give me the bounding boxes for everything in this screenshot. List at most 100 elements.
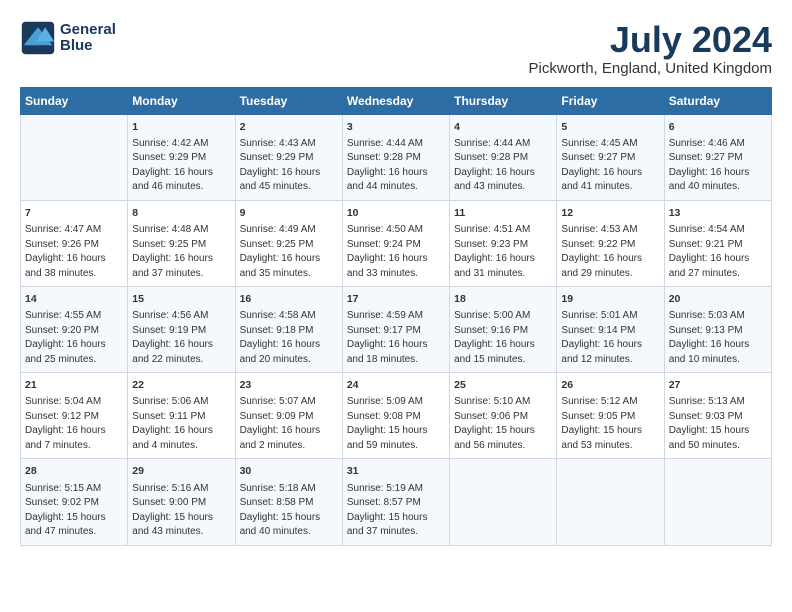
logo-line2: Blue [60, 38, 116, 55]
calendar-cell [557, 459, 664, 545]
cell-info: Sunrise: 5:18 AMSunset: 8:58 PMDaylight:… [240, 482, 338, 540]
day-number: 3 [347, 120, 445, 135]
cell-info: Sunrise: 4:56 AMSunset: 9:19 PMDaylight:… [132, 309, 230, 367]
day-number: 25 [454, 378, 552, 393]
header-row: SundayMondayTuesdayWednesdayThursdayFrid… [21, 87, 772, 114]
cell-info: Sunrise: 4:51 AMSunset: 9:23 PMDaylight:… [454, 223, 552, 281]
cell-info: Sunrise: 4:48 AMSunset: 9:25 PMDaylight:… [132, 223, 230, 281]
day-number: 26 [561, 378, 659, 393]
day-number: 17 [347, 292, 445, 307]
day-number: 7 [25, 206, 123, 221]
weekday-header: Saturday [664, 87, 771, 114]
day-number: 8 [132, 206, 230, 221]
cell-info: Sunrise: 5:00 AMSunset: 9:16 PMDaylight:… [454, 309, 552, 367]
calendar-cell: 19Sunrise: 5:01 AMSunset: 9:14 PMDayligh… [557, 287, 664, 373]
cell-info: Sunrise: 4:59 AMSunset: 9:17 PMDaylight:… [347, 309, 445, 367]
logo-icon [20, 20, 56, 56]
calendar-cell: 14 Sunrise: 4:55 AMSunset: 9:20 PMDayligh… [21, 287, 128, 373]
logo-text: General Blue [60, 22, 116, 55]
cell-info: Sunrise: 5:16 AMSunset: 9:00 PMDaylight:… [132, 482, 230, 540]
day-number: 10 [347, 206, 445, 221]
cell-info: Sunrise: 4:53 AMSunset: 9:22 PMDaylight:… [561, 223, 659, 281]
calendar-cell: 16 Sunrise: 4:58 AMSunset: 9:18 PMDayligh… [235, 287, 342, 373]
day-number: 18 [454, 292, 552, 307]
cell-info: Sunrise: 5:19 AMSunset: 8:57 PMDaylight:… [347, 482, 445, 540]
calendar-cell: 1Sunrise: 4:42 AMSunset: 9:29 PMDaylight… [128, 114, 235, 200]
calendar-body: 1Sunrise: 4:42 AMSunset: 9:29 PMDaylight… [21, 114, 772, 545]
calendar-cell: 9Sunrise: 4:49 AMSunset: 9:25 PMDaylight… [235, 200, 342, 286]
cell-info: Sunrise: 5:10 AMSunset: 9:06 PMDaylight:… [454, 395, 552, 453]
calendar-week-row: 21 Sunrise: 5:04 AMSunset: 9:12 PMDayligh… [21, 373, 772, 459]
day-number: 23 [240, 378, 338, 393]
calendar-week-row: 7Sunrise: 4:47 AMSunset: 9:26 PMDaylight… [21, 200, 772, 286]
weekday-header: Sunday [21, 87, 128, 114]
calendar-cell: 11 Sunrise: 4:51 AMSunset: 9:23 PMDayligh… [450, 200, 557, 286]
cell-info: Sunrise: 5:06 AMSunset: 9:11 PMDaylight:… [132, 395, 230, 453]
day-number: 4 [454, 120, 552, 135]
calendar-cell [21, 114, 128, 200]
calendar-cell: 27Sunrise: 5:13 AMSunset: 9:03 PMDayligh… [664, 373, 771, 459]
cell-info: Sunrise: 4:54 AMSunset: 9:21 PMDaylight:… [669, 223, 767, 281]
cell-info: Sunrise: 4:43 AMSunset: 9:29 PMDaylight:… [240, 137, 338, 195]
calendar-cell: 28Sunrise: 5:15 AMSunset: 9:02 PMDayligh… [21, 459, 128, 545]
cell-info: Sunrise: 4:44 AMSunset: 9:28 PMDaylight:… [347, 137, 445, 195]
day-number: 24 [347, 378, 445, 393]
day-number: 16 [240, 292, 338, 307]
day-number: 27 [669, 378, 767, 393]
calendar-cell: 20 Sunrise: 5:03 AMSunset: 9:13 PMDayligh… [664, 287, 771, 373]
day-number: 21 [25, 378, 123, 393]
calendar-cell [450, 459, 557, 545]
day-number: 9 [240, 206, 338, 221]
calendar-cell: 31 Sunrise: 5:19 AMSunset: 8:57 PMDayligh… [342, 459, 449, 545]
weekday-header: Thursday [450, 87, 557, 114]
cell-info: Sunrise: 4:46 AMSunset: 9:27 PMDaylight:… [669, 137, 767, 195]
cell-info: Sunrise: 4:45 AMSunset: 9:27 PMDaylight:… [561, 137, 659, 195]
calendar-cell: 5 Sunrise: 4:45 AMSunset: 9:27 PMDaylight… [557, 114, 664, 200]
weekday-header: Friday [557, 87, 664, 114]
calendar-cell: 12 Sunrise: 4:53 AMSunset: 9:22 PMDayligh… [557, 200, 664, 286]
calendar-week-row: 1Sunrise: 4:42 AMSunset: 9:29 PMDaylight… [21, 114, 772, 200]
weekday-header: Tuesday [235, 87, 342, 114]
calendar-cell: 4 Sunrise: 4:44 AMSunset: 9:28 PMDaylight… [450, 114, 557, 200]
day-number: 22 [132, 378, 230, 393]
weekday-header: Wednesday [342, 87, 449, 114]
cell-info: Sunrise: 5:03 AMSunset: 9:13 PMDaylight:… [669, 309, 767, 367]
calendar-cell: 29Sunrise: 5:16 AMSunset: 9:00 PMDayligh… [128, 459, 235, 545]
calendar-table: SundayMondayTuesdayWednesdayThursdayFrid… [20, 87, 772, 546]
cell-info: Sunrise: 5:15 AMSunset: 9:02 PMDaylight:… [25, 482, 123, 540]
day-number: 19 [561, 292, 659, 307]
day-number: 2 [240, 120, 338, 135]
calendar-cell: 22 Sunrise: 5:06 AMSunset: 9:11 PMDayligh… [128, 373, 235, 459]
calendar-cell: 17 Sunrise: 4:59 AMSunset: 9:17 PMDayligh… [342, 287, 449, 373]
day-number: 11 [454, 206, 552, 221]
calendar-cell: 2 Sunrise: 4:43 AMSunset: 9:29 PMDaylight… [235, 114, 342, 200]
cell-info: Sunrise: 5:09 AMSunset: 9:08 PMDaylight:… [347, 395, 445, 453]
day-number: 20 [669, 292, 767, 307]
cell-info: Sunrise: 4:58 AMSunset: 9:18 PMDaylight:… [240, 309, 338, 367]
calendar-cell: 24 Sunrise: 5:09 AMSunset: 9:08 PMDayligh… [342, 373, 449, 459]
day-number: 5 [561, 120, 659, 135]
logo: General Blue [20, 20, 116, 56]
cell-info: Sunrise: 5:07 AMSunset: 9:09 PMDaylight:… [240, 395, 338, 453]
day-number: 31 [347, 464, 445, 479]
day-number: 14 [25, 292, 123, 307]
logo-line1: General [60, 22, 116, 39]
cell-info: Sunrise: 4:55 AMSunset: 9:20 PMDaylight:… [25, 309, 123, 367]
calendar-cell: 10 Sunrise: 4:50 AMSunset: 9:24 PMDayligh… [342, 200, 449, 286]
calendar-week-row: 14 Sunrise: 4:55 AMSunset: 9:20 PMDayligh… [21, 287, 772, 373]
calendar-header: SundayMondayTuesdayWednesdayThursdayFrid… [21, 87, 772, 114]
calendar-cell: 23 Sunrise: 5:07 AMSunset: 9:09 PMDayligh… [235, 373, 342, 459]
cell-info: Sunrise: 4:42 AMSunset: 9:29 PMDaylight:… [132, 137, 230, 195]
calendar-cell: 8 Sunrise: 4:48 AMSunset: 9:25 PMDaylight… [128, 200, 235, 286]
calendar-cell: 3 Sunrise: 4:44 AMSunset: 9:28 PMDaylight… [342, 114, 449, 200]
title-block: July 2024 Pickworth, England, United Kin… [529, 20, 772, 77]
cell-info: Sunrise: 4:44 AMSunset: 9:28 PMDaylight:… [454, 137, 552, 195]
calendar-cell: 7Sunrise: 4:47 AMSunset: 9:26 PMDaylight… [21, 200, 128, 286]
cell-info: Sunrise: 5:04 AMSunset: 9:12 PMDaylight:… [25, 395, 123, 453]
calendar-cell: 26 Sunrise: 5:12 AMSunset: 9:05 PMDayligh… [557, 373, 664, 459]
day-number: 12 [561, 206, 659, 221]
cell-info: Sunrise: 4:50 AMSunset: 9:24 PMDaylight:… [347, 223, 445, 281]
cell-info: Sunrise: 5:12 AMSunset: 9:05 PMDaylight:… [561, 395, 659, 453]
header: General Blue July 2024 Pickworth, Englan… [20, 20, 772, 77]
calendar-cell: 6Sunrise: 4:46 AMSunset: 9:27 PMDaylight… [664, 114, 771, 200]
